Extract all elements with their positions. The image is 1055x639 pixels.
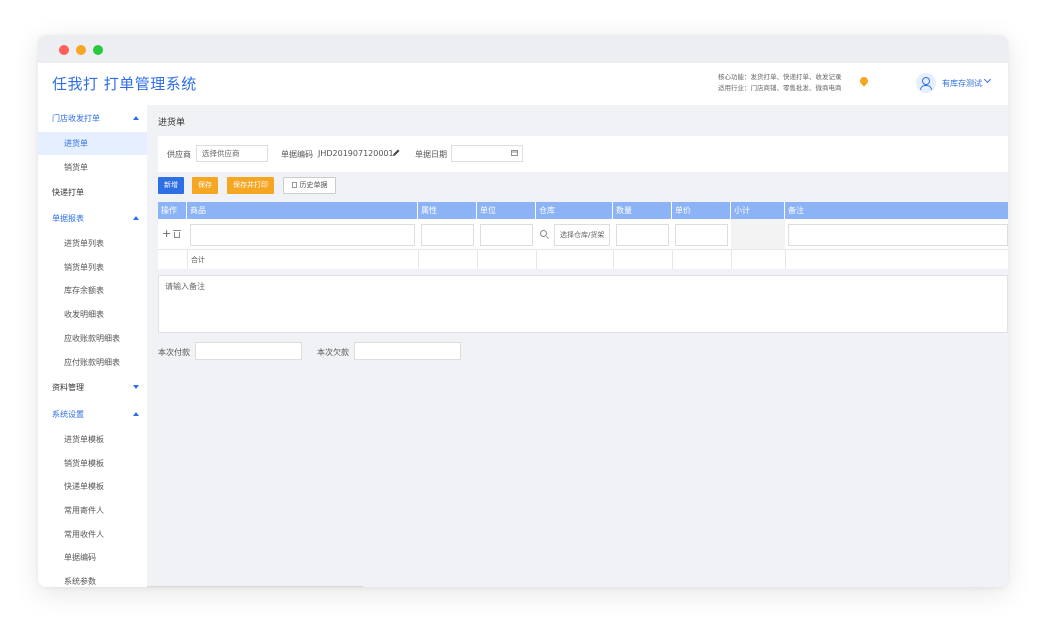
- caret-down-icon: [133, 385, 139, 389]
- sidebar-group-label: 资料管理: [52, 383, 84, 392]
- save-button[interactable]: 保存: [192, 177, 218, 194]
- chevron-down-icon[interactable]: [983, 75, 992, 84]
- sidebar-item-sys-params[interactable]: 系统参数: [38, 570, 147, 587]
- sidebar: 门店收发打单 进货单 销货单 快递打单 单据报表 进货单列表 销货单列表 库存余…: [38, 105, 147, 587]
- new-button[interactable]: 新增: [158, 177, 184, 194]
- main-content: 进货单 供应商 选择供应商 单据编码 JHD201907120001 单据日期 …: [147, 105, 1008, 587]
- owe-input[interactable]: [354, 342, 461, 360]
- search-icon[interactable]: [540, 230, 547, 237]
- table-row: + 选择仓库/货架: [158, 219, 1008, 250]
- sidebar-group-express[interactable]: 快递打单: [38, 181, 147, 204]
- app-window: 任我打 打单管理系统 核心功能：发货打单、快递打单、收发记录 适用行业：门店商铺…: [38, 35, 1008, 587]
- sidebar-item-sales-order[interactable]: 销货单: [38, 156, 147, 179]
- sidebar-group-label: 门店收发打单: [52, 114, 100, 123]
- filter-bar: 供应商 选择供应商 单据编码 JHD201907120001 单据日期: [158, 136, 1008, 172]
- sidebar-item-purchase-template[interactable]: 进货单模板: [38, 428, 147, 451]
- unit-price-input[interactable]: [675, 224, 728, 246]
- sidebar-group-settings[interactable]: 系统设置: [38, 403, 147, 426]
- attribute-input[interactable]: [421, 224, 474, 246]
- caret-up-icon: [133, 216, 139, 220]
- divider: [613, 250, 614, 269]
- calendar-icon: [511, 150, 518, 156]
- sum-row: 合计: [158, 250, 1008, 269]
- table-header: 操作 商品 属性 单位 仓库 数量 单价 小计 备注: [158, 202, 1008, 219]
- feature-description: 核心功能：发货打单、快递打单、收发记录 适用行业：门店商铺、零售批发、微商电商: [718, 72, 842, 94]
- divider: [536, 250, 537, 269]
- location-pin-icon[interactable]: [858, 75, 870, 87]
- caret-up-icon: [133, 412, 139, 416]
- quantity-input[interactable]: [616, 224, 669, 246]
- owe-label: 本次欠款: [317, 348, 349, 357]
- supplier-select[interactable]: 选择供应商: [196, 145, 268, 162]
- sidebar-item-purchase-list[interactable]: 进货单列表: [38, 232, 147, 255]
- sidebar-item-payable[interactable]: 应付账款明细表: [38, 351, 147, 374]
- doc-code-label: 单据编码: [281, 150, 313, 159]
- sidebar-group-reports[interactable]: 单据报表: [38, 207, 147, 230]
- window-close-button[interactable]: [59, 45, 69, 55]
- scrollbar[interactable]: [147, 586, 363, 587]
- sum-label: 合计: [191, 256, 205, 264]
- sidebar-item-sales-template[interactable]: 销货单模板: [38, 452, 147, 475]
- doc-code-value: JHD201907120001: [318, 149, 394, 158]
- sidebar-item-express-template[interactable]: 快递单模板: [38, 475, 147, 498]
- window-minimize-button[interactable]: [76, 45, 86, 55]
- divider: [477, 250, 478, 269]
- divider: [418, 250, 419, 269]
- divider: [187, 250, 188, 269]
- col-product: 商品: [187, 202, 418, 219]
- sidebar-item-io-detail[interactable]: 收发明细表: [38, 303, 147, 326]
- sidebar-item-sales-list[interactable]: 销货单列表: [38, 256, 147, 279]
- col-attribute: 属性: [418, 202, 477, 219]
- col-unit-price: 单价: [672, 202, 731, 219]
- history-button-label: 历史单据: [299, 181, 328, 189]
- industries-text: 适用行业：门店商铺、零售批发、微商电商: [718, 84, 842, 92]
- divider: [672, 250, 673, 269]
- remark-input[interactable]: [788, 224, 1008, 246]
- save-print-button[interactable]: 保存并打印: [227, 177, 274, 194]
- user-name[interactable]: 有库存测试: [942, 78, 982, 89]
- warehouse-select[interactable]: 选择仓库/货架: [554, 224, 610, 246]
- history-button[interactable]: 历史单据: [283, 177, 336, 194]
- remark-textarea[interactable]: 请输入备注: [158, 275, 1008, 333]
- doc-date-label: 单据日期: [415, 150, 447, 159]
- subtotal-cell: [731, 219, 785, 249]
- pay-input[interactable]: [195, 342, 302, 360]
- window-maximize-button[interactable]: [93, 45, 103, 55]
- app-header: 任我打 打单管理系统 核心功能：发货打单、快递打单、收发记录 适用行业：门店商铺…: [38, 63, 1008, 105]
- col-operation: 操作: [158, 202, 187, 219]
- edit-pencil-icon[interactable]: [392, 149, 400, 157]
- caret-up-icon: [133, 116, 139, 120]
- sidebar-item-stock-balance[interactable]: 库存余额表: [38, 279, 147, 302]
- core-functions-text: 核心功能：发货打单、快递打单、收发记录: [718, 73, 842, 81]
- document-icon: [291, 182, 297, 188]
- page-title: 进货单: [158, 118, 186, 128]
- col-subtotal: 小计: [731, 202, 785, 219]
- sidebar-item-receiver[interactable]: 常用收件人: [38, 523, 147, 546]
- sidebar-item-receivable[interactable]: 应收账款明细表: [38, 327, 147, 350]
- sidebar-group-label: 系统设置: [52, 410, 84, 419]
- unit-input[interactable]: [480, 224, 533, 246]
- sidebar-group-data[interactable]: 资料管理: [38, 376, 147, 399]
- sidebar-item-doc-code[interactable]: 单据编码: [38, 546, 147, 569]
- app-title: 任我打 打单管理系统: [52, 75, 197, 93]
- col-remark: 备注: [788, 206, 804, 215]
- supplier-label: 供应商: [167, 150, 191, 159]
- divider: [731, 250, 732, 269]
- sidebar-item-purchase-order[interactable]: 进货单: [38, 132, 147, 155]
- pay-label: 本次付款: [158, 348, 190, 357]
- trash-icon[interactable]: [173, 230, 181, 238]
- doc-date-input[interactable]: [451, 145, 523, 162]
- user-avatar-icon[interactable]: [916, 73, 936, 93]
- col-unit: 单位: [477, 202, 536, 219]
- col-quantity: 数量: [613, 202, 672, 219]
- sidebar-group-store[interactable]: 门店收发打单: [38, 107, 147, 130]
- product-input[interactable]: [190, 224, 415, 246]
- add-row-icon[interactable]: +: [162, 227, 171, 240]
- col-warehouse: 仓库: [536, 202, 613, 219]
- sidebar-group-label: 单据报表: [52, 214, 84, 223]
- divider: [785, 250, 786, 269]
- sidebar-item-sender[interactable]: 常用寄件人: [38, 499, 147, 522]
- window-titlebar: [38, 35, 1008, 63]
